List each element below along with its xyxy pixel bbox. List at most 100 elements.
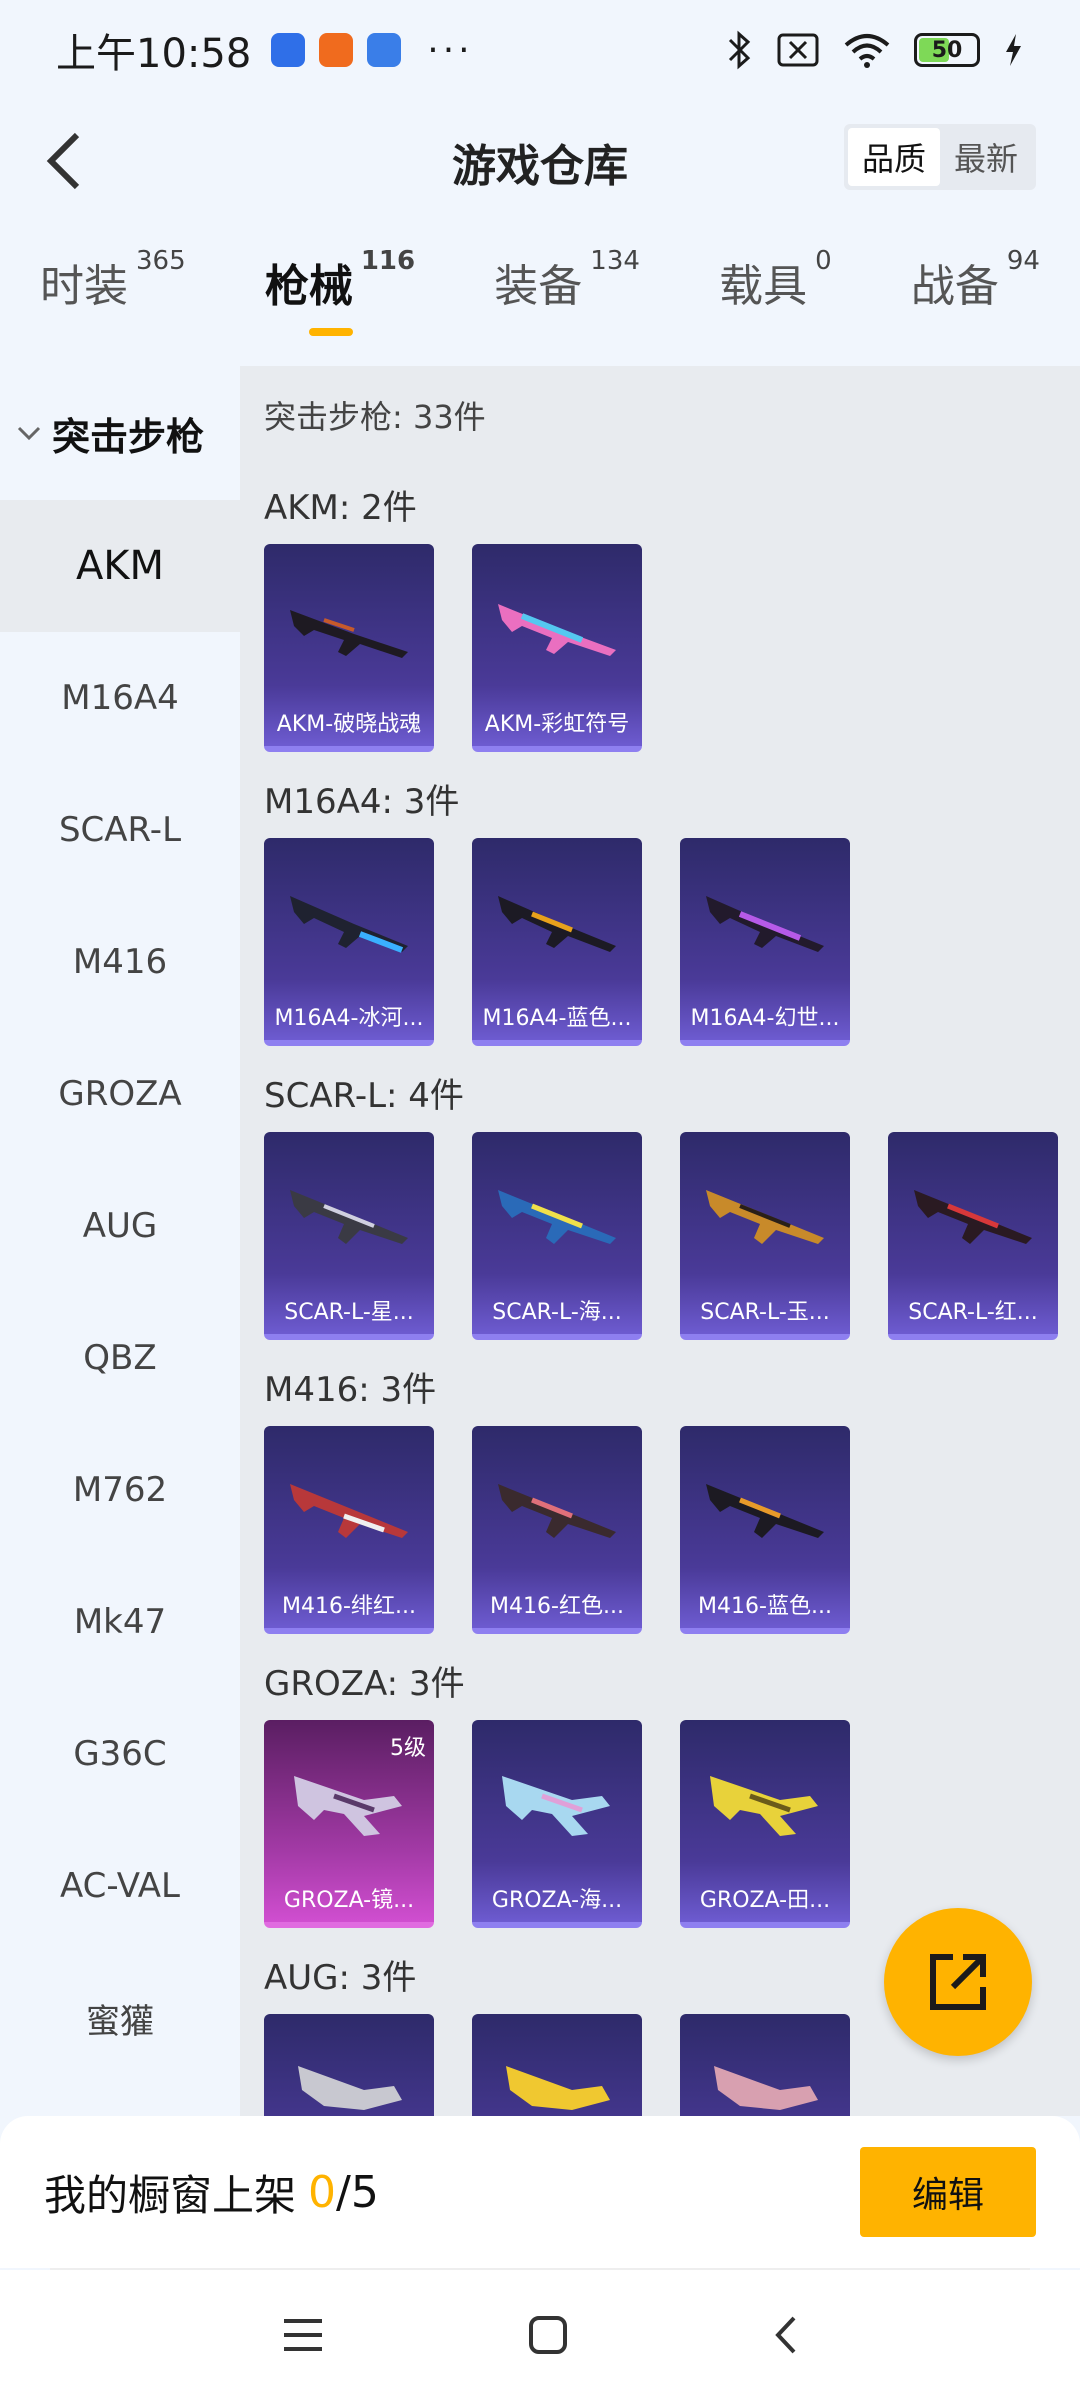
sidebar-item-groza[interactable]: GROZA xyxy=(0,1028,240,1160)
weapon-card[interactable]: M16A4-冰河... xyxy=(264,838,434,1046)
weapon-list: 突击步枪: 33件 AKM: 2件 AKM-破晓战魂 AKM-彩虹符号 M16A… xyxy=(240,366,1080,2116)
rifle-icon xyxy=(506,2066,610,2110)
weapon-card[interactable]: M16A4-蓝色... xyxy=(472,838,642,1046)
weapon-name: M16A4-幻世... xyxy=(690,1006,840,1031)
showcase-label: 我的橱窗上架 xyxy=(44,2170,297,2220)
group-title-m416: M416: 3件 xyxy=(264,1370,437,1410)
sidebar-item-aug[interactable]: AUG xyxy=(0,1160,240,1292)
sidebar-item-akm[interactable]: AKM xyxy=(0,500,240,632)
rifle-icon xyxy=(914,1190,1032,1244)
edit-button[interactable]: 编辑 xyxy=(860,2147,1036,2237)
weapon-card[interactable]: 5级 GROZA-镜... xyxy=(264,1720,434,1928)
more-notifications-icon: ··· xyxy=(427,29,474,71)
weapon-card[interactable]: GROZA-田... xyxy=(680,1720,850,1928)
tab-equipment[interactable]: 装备 134 xyxy=(494,246,640,360)
weapon-name: AKM-破晓战魂 xyxy=(276,712,422,737)
rifle-icon xyxy=(706,1484,824,1538)
weapon-card[interactable] xyxy=(472,2014,642,2116)
pumpkin-notification-icon xyxy=(319,33,354,67)
rifle-icon xyxy=(290,896,408,953)
sidebar-item-qbz[interactable]: QBZ xyxy=(0,1292,240,1424)
back-nav-icon[interactable] xyxy=(770,2314,800,2356)
chevron-down-icon xyxy=(17,426,41,441)
group-title-aug: AUG: 3件 xyxy=(264,1958,417,1998)
weapon-card[interactable] xyxy=(680,2014,850,2116)
tab-label: 装备 xyxy=(494,261,583,312)
status-bar: 上午10:58 ··· 50 xyxy=(0,0,1080,100)
tab-count: 94 xyxy=(1006,246,1040,276)
weapon-name: SCAR-L-海... xyxy=(492,1300,622,1325)
wifi-icon xyxy=(844,34,890,68)
sidebar-item-scar-l[interactable]: SCAR-L xyxy=(0,764,240,896)
battery-level: 50 xyxy=(931,37,963,63)
sidebar-item-g36c[interactable]: G36C xyxy=(0,1688,240,1820)
weapon-card[interactable]: SCAR-L-海... xyxy=(472,1132,642,1340)
weapon-name: GROZA-田... xyxy=(699,1888,831,1913)
weapon-name: SCAR-L-玉... xyxy=(700,1300,830,1325)
weapon-card[interactable]: SCAR-L-红... xyxy=(888,1132,1058,1340)
rifle-icon xyxy=(498,1190,616,1244)
share-button[interactable] xyxy=(884,1908,1032,2056)
weapon-sidebar: 突击步枪 AKM M16A4 SCAR-L M416 GROZA AUG QBZ… xyxy=(0,366,240,2116)
sidebar-item-honey-badger[interactable]: 蜜獾 xyxy=(0,1952,240,2084)
rifle-icon xyxy=(706,1190,824,1244)
weapon-name: GROZA-镜... xyxy=(283,1888,415,1913)
home-icon[interactable] xyxy=(527,2314,569,2356)
sidebar-item-m16a4[interactable]: M16A4 xyxy=(0,632,240,764)
sidebar-section-assault-rifles[interactable]: 突击步枪 xyxy=(0,366,240,500)
sort-option-newest[interactable]: 最新 xyxy=(940,128,1032,186)
category-total-count: 突击步枪: 33件 xyxy=(264,398,486,436)
weapon-card[interactable]: SCAR-L-星... xyxy=(264,1132,434,1340)
weapon-card[interactable]: M416-绯红... xyxy=(264,1426,434,1634)
rifle-icon xyxy=(294,1776,402,1836)
app-header: 游戏仓库 品质 最新 xyxy=(0,100,1080,220)
rifle-icon xyxy=(706,896,824,952)
tab-label: 枪械 xyxy=(264,261,353,312)
group-grid-groza: 5级 GROZA-镜... GROZA-海... GROZA-田... xyxy=(264,1720,850,1928)
sort-toggle: 品质 最新 xyxy=(843,124,1036,190)
weapon-name: AKM-彩虹符号 xyxy=(484,712,630,737)
sort-option-quality[interactable]: 品质 xyxy=(847,128,940,186)
charging-icon xyxy=(1006,34,1021,66)
weapon-card[interactable]: M16A4-幻世... xyxy=(680,838,850,1046)
group-grid-scar-l: SCAR-L-星... SCAR-L-海... SCAR-L-玉... SCAR… xyxy=(264,1132,1058,1340)
tab-vehicles[interactable]: 载具 0 xyxy=(719,246,832,360)
weapon-card[interactable]: M416-红色... xyxy=(472,1426,642,1634)
sim-off-icon xyxy=(777,33,819,67)
baidu-notification-icon xyxy=(367,33,402,67)
weapon-card[interactable]: AKM-彩虹符号 xyxy=(472,544,642,752)
weapon-card[interactable] xyxy=(264,2014,434,2116)
sidebar-item-mk47[interactable]: Mk47 xyxy=(0,1556,240,1688)
weapon-card[interactable]: AKM-破晓战魂 xyxy=(264,544,434,752)
tab-label: 时装 xyxy=(40,261,128,312)
group-title-groza: GROZA: 3件 xyxy=(264,1664,465,1704)
group-grid-akm: AKM-破晓战魂 AKM-彩虹符号 xyxy=(264,544,642,752)
tab-battle-gear[interactable]: 战备 94 xyxy=(910,246,1040,360)
weapon-card[interactable]: SCAR-L-玉... xyxy=(680,1132,850,1340)
tab-count: 134 xyxy=(590,246,640,276)
weapon-name: SCAR-L-红... xyxy=(908,1300,1038,1325)
group-grid-m416: M416-绯红... M416-红色... M416-蓝色... xyxy=(264,1426,850,1634)
menu-icon[interactable] xyxy=(280,2315,326,2355)
weapon-card[interactable]: GROZA-海... xyxy=(472,1720,642,1928)
tab-guns[interactable]: 枪械 116 xyxy=(264,246,415,360)
rifle-icon xyxy=(498,604,616,656)
showcase-bar: 我的橱窗上架 0 /5 编辑 xyxy=(0,2116,1080,2268)
rifle-icon xyxy=(290,1484,408,1538)
active-tab-indicator xyxy=(308,328,353,336)
tab-label: 战备 xyxy=(910,261,999,312)
rifle-icon xyxy=(714,2066,818,2110)
sidebar-item-ac-val[interactable]: AC-VAL xyxy=(0,1820,240,1952)
weapon-card[interactable]: M416-蓝色... xyxy=(680,1426,850,1634)
group-grid-aug xyxy=(264,2014,850,2116)
sidebar-item-m762[interactable]: M762 xyxy=(0,1424,240,1556)
showcase-total-count: /5 xyxy=(336,2166,379,2218)
tab-fashion[interactable]: 时装 365 xyxy=(40,246,186,360)
sidebar-item-m416[interactable]: M416 xyxy=(0,896,240,1028)
group-grid-m16a4: M16A4-冰河... M16A4-蓝色... M16A4-幻世... xyxy=(264,838,850,1046)
tab-count: 0 xyxy=(815,246,832,276)
group-title-scar-l: SCAR-L: 4件 xyxy=(264,1076,464,1116)
tab-count: 365 xyxy=(136,246,186,276)
rifle-icon xyxy=(498,1484,616,1538)
tab-count: 116 xyxy=(360,246,416,276)
